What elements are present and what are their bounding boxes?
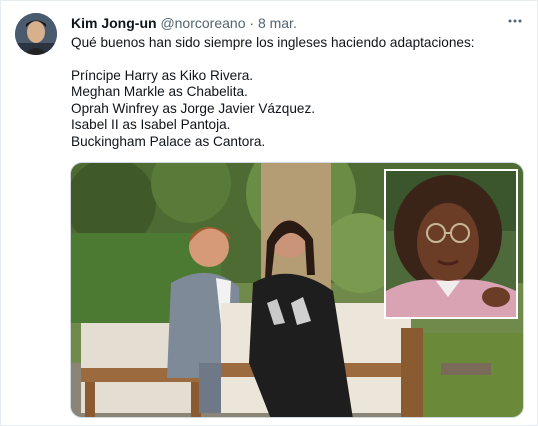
tweet-text-line: Meghan Markle as Chabelita. bbox=[71, 84, 248, 99]
tweet-text-line: Oprah Winfrey as Jorge Javier Vázquez. bbox=[71, 100, 316, 116]
tweet-media-inset-photo bbox=[384, 169, 518, 319]
avatar[interactable] bbox=[15, 13, 57, 55]
more-horizontal-icon[interactable] bbox=[507, 13, 523, 34]
tweet-text-line: Buckingham Palace as Cantora. bbox=[71, 133, 266, 149]
tweet-text-line: Qué buenos han sido siempre los ingleses… bbox=[71, 35, 475, 50]
author-handle[interactable]: @norcoreano bbox=[160, 15, 245, 31]
tweet-text-line: Príncipe Harry as Kiko Rivera. bbox=[71, 67, 254, 83]
separator-dot: · bbox=[249, 15, 255, 31]
tweet-card[interactable]: Kim Jong-un @norcoreano · 8 mar. Qué bue… bbox=[0, 0, 538, 426]
tweet-text: Qué buenos han sido siempre los ingleses… bbox=[71, 35, 521, 150]
tweet-date[interactable]: 8 mar. bbox=[258, 15, 297, 31]
author-name[interactable]: Kim Jong-un bbox=[71, 15, 157, 31]
tweet-media-photo[interactable] bbox=[70, 162, 524, 418]
tweet-text-line: Isabel II as Isabel Pantoja. bbox=[71, 117, 231, 132]
tweet-header: Kim Jong-un @norcoreano · 8 mar. bbox=[71, 14, 297, 32]
